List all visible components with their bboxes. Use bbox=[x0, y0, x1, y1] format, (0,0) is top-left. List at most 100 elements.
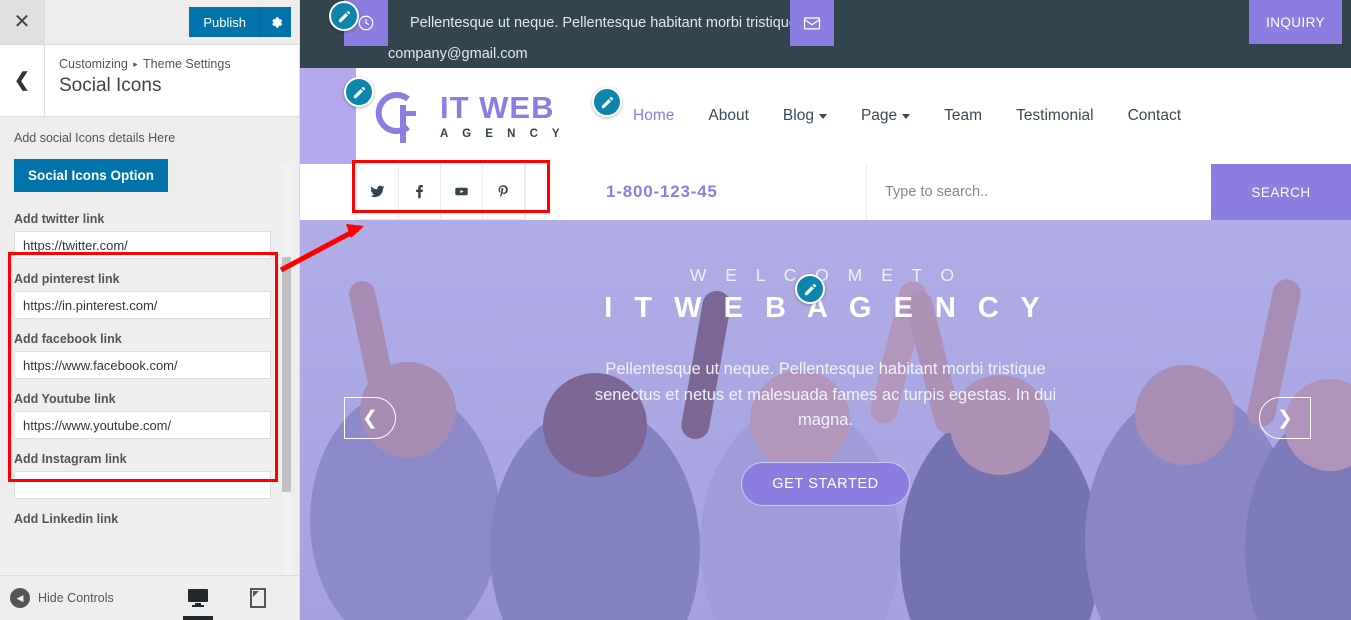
field-twitter: Add twitter link bbox=[14, 212, 285, 259]
tablet-icon bbox=[250, 588, 266, 608]
search-button[interactable]: SEARCH bbox=[1211, 164, 1351, 220]
device-tablet-button[interactable] bbox=[238, 576, 278, 620]
nav-label-about: About bbox=[708, 107, 749, 124]
nav-label-home: Home bbox=[633, 107, 675, 124]
nav-item-contact[interactable]: Contact bbox=[1128, 107, 1181, 125]
search-wrap: SEARCH bbox=[866, 164, 1351, 220]
nav-item-home[interactable]: Home bbox=[633, 107, 674, 125]
facebook-icon bbox=[416, 185, 423, 199]
header-spacer bbox=[45, 0, 189, 44]
field-pinterest: Add pinterest link bbox=[14, 272, 285, 319]
gear-icon bbox=[271, 16, 282, 28]
social-icons-strip bbox=[356, 164, 526, 220]
nav-label-team: Team bbox=[944, 107, 983, 124]
breadcrumb: Customizing ▸ Theme Settings bbox=[59, 55, 231, 74]
slider-next-button[interactable]: ❯ bbox=[1259, 397, 1311, 439]
panel-title-block: Customizing ▸ Theme Settings Social Icon… bbox=[45, 45, 245, 116]
inquiry-button[interactable]: INQUIRY bbox=[1249, 0, 1342, 44]
nav-item-page[interactable]: Page bbox=[861, 107, 911, 125]
youtube-icon bbox=[455, 187, 468, 196]
hero-welcome-text: W E L C O M E T O bbox=[689, 265, 962, 285]
nav-label-blog: Blog bbox=[782, 107, 814, 124]
nav-links: Home About Blog Page Team Testimonial Co… bbox=[633, 107, 1181, 125]
twitter-icon bbox=[370, 185, 385, 198]
pinterest-link-input[interactable] bbox=[14, 291, 271, 319]
publish-button[interactable]: Publish bbox=[189, 7, 260, 37]
field-label-twitter: Add twitter link bbox=[14, 212, 105, 226]
panel-body: Add social Icons details Here Social Ico… bbox=[0, 117, 299, 575]
slider-prev-button[interactable]: ❮ bbox=[344, 397, 396, 439]
edit-pencil-menu[interactable] bbox=[592, 87, 622, 117]
search-input[interactable] bbox=[866, 164, 1211, 220]
device-desktop-button[interactable] bbox=[178, 576, 218, 620]
panel-title-row: ❮ Customizing ▸ Theme Settings Social Ic… bbox=[0, 45, 299, 117]
breadcrumb-root: Customizing bbox=[59, 57, 128, 71]
publish-settings-button[interactable] bbox=[260, 7, 291, 37]
pinterest-icon bbox=[498, 185, 508, 198]
panel-back-button[interactable]: ❮ bbox=[0, 45, 45, 116]
youtube-link-input[interactable] bbox=[14, 411, 271, 439]
nav-item-testimonial[interactable]: Testimonial bbox=[1016, 107, 1094, 125]
edit-pencil-topbar[interactable] bbox=[329, 1, 359, 31]
field-youtube: Add Youtube link bbox=[14, 392, 285, 439]
customizer-sidebar: ✕ Publish ❮ Customizing ▸ Theme Settings bbox=[0, 0, 324, 620]
phone-wrap: 1-800-123-45 bbox=[526, 164, 866, 220]
twitter-link-input[interactable] bbox=[14, 231, 271, 259]
field-label-youtube: Add Youtube link bbox=[14, 392, 116, 406]
social-facebook-link[interactable] bbox=[399, 164, 441, 219]
hide-controls-button[interactable]: ◀ Hide Controls bbox=[0, 588, 114, 608]
nav-label-testimonial: Testimonial bbox=[1016, 107, 1094, 124]
pencil-icon bbox=[338, 10, 350, 22]
social-pinterest-link[interactable] bbox=[483, 164, 525, 219]
field-linkedin: Add Linkedin link bbox=[14, 512, 285, 526]
social-icons-option-button[interactable]: Social Icons Option bbox=[14, 159, 169, 192]
topbar-email: company@gmail.com bbox=[388, 45, 528, 62]
social-youtube-link[interactable] bbox=[441, 164, 483, 219]
field-label-instagram: Add Instagram link bbox=[14, 452, 127, 466]
field-facebook: Add facebook link bbox=[14, 332, 285, 379]
facebook-link-input[interactable] bbox=[14, 351, 271, 379]
site-subbar: 1-800-123-45 SEARCH bbox=[300, 164, 1351, 220]
clock-icon bbox=[358, 15, 374, 31]
close-customizer-button[interactable]: ✕ bbox=[0, 0, 45, 44]
customizer-header: ✕ Publish bbox=[0, 0, 299, 45]
field-label-linkedin: Add Linkedin link bbox=[14, 512, 119, 526]
logo-sub-text: A G E N C Y bbox=[440, 128, 566, 140]
pencil-icon bbox=[353, 86, 365, 98]
hide-controls-label: Hide Controls bbox=[38, 591, 114, 605]
hero-content: W E L C O M E T O I T W E B A G E N C Y … bbox=[300, 220, 1351, 620]
pencil-icon bbox=[804, 283, 816, 295]
topbar-texts: Pellentesque ut neque. Pellentesque habi… bbox=[388, 0, 801, 62]
sidebar-scrollbar-thumb[interactable] bbox=[282, 257, 291, 492]
pencil-icon bbox=[601, 96, 613, 108]
chevron-down-icon bbox=[902, 113, 911, 119]
instagram-link-input[interactable] bbox=[14, 471, 271, 499]
hero-slider: W E L C O M E T O I T W E B A G E N C Y … bbox=[300, 220, 1351, 620]
breadcrumb-separator-icon: ▸ bbox=[133, 59, 138, 69]
publish-group: Publish bbox=[189, 0, 299, 44]
nav-item-about[interactable]: About bbox=[708, 107, 749, 125]
logo-main-text: IT WEB bbox=[440, 90, 555, 125]
nav-item-team[interactable]: Team bbox=[944, 107, 982, 125]
site-navbar: IT WEB A G E N C Y Home About Blog Page bbox=[300, 68, 1344, 164]
edit-pencil-logo[interactable] bbox=[344, 77, 374, 107]
nav-item-blog[interactable]: Blog bbox=[783, 107, 827, 125]
site-topbar: Pellentesque ut neque. Pellentesque habi… bbox=[300, 0, 1351, 68]
phone-number: 1-800-123-45 bbox=[606, 182, 718, 201]
site-logo[interactable]: IT WEB A G E N C Y bbox=[356, 85, 565, 147]
page-title: Social Icons bbox=[59, 74, 162, 96]
desktop-icon bbox=[188, 589, 208, 607]
social-twitter-link[interactable] bbox=[357, 164, 399, 219]
field-instagram: Add Instagram link bbox=[14, 452, 285, 499]
helper-text: Add social Icons details Here bbox=[14, 131, 176, 145]
envelope-icon bbox=[803, 17, 821, 30]
hero-title: I T W E B A G E N C Y bbox=[604, 292, 1047, 324]
edit-pencil-hero[interactable] bbox=[795, 274, 825, 304]
nav-label-contact: Contact bbox=[1127, 107, 1182, 124]
customizer-footer: ◀ Hide Controls bbox=[0, 575, 324, 620]
get-started-button[interactable]: GET STARTED bbox=[741, 461, 910, 506]
logo-text: IT WEB A G E N C Y bbox=[440, 92, 565, 140]
breadcrumb-parent: Theme Settings bbox=[143, 57, 231, 71]
chevron-down-icon bbox=[818, 113, 827, 119]
hero-description: Pellentesque ut neque. Pellentesque habi… bbox=[594, 360, 1057, 430]
